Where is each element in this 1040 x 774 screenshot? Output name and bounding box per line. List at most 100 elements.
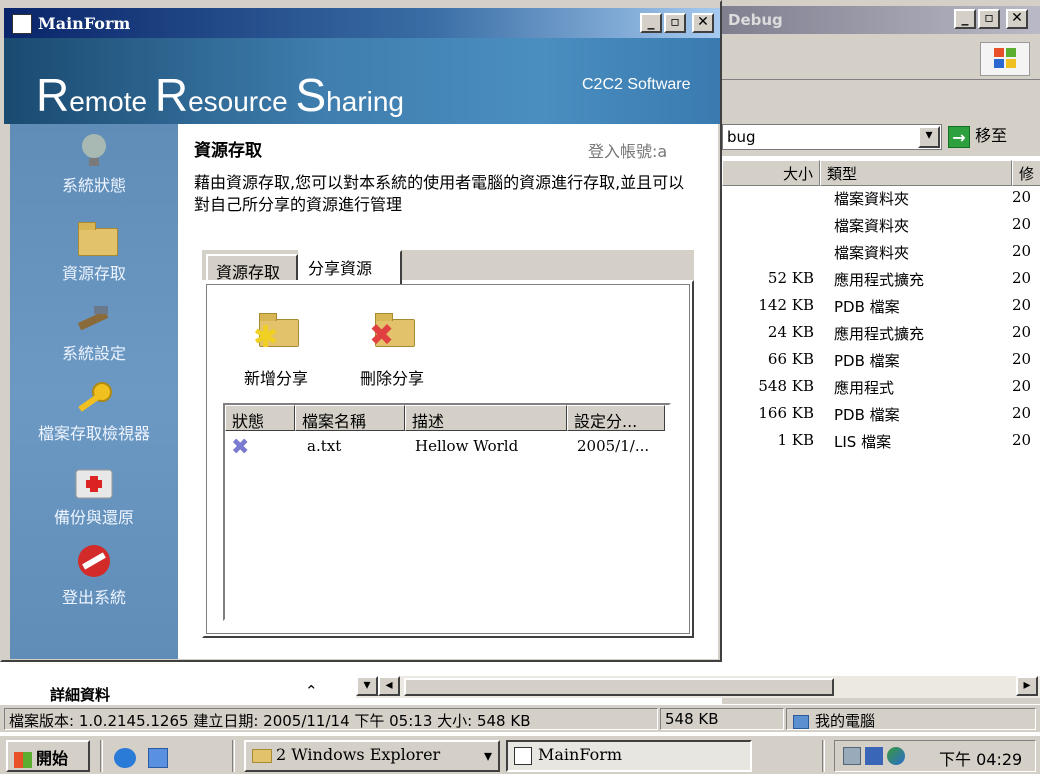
details-panel-header[interactable]: 詳細資料 ⌃ bbox=[0, 672, 360, 704]
close-button[interactable]: ✕ bbox=[1006, 9, 1028, 29]
separator bbox=[100, 740, 103, 772]
folder-icon bbox=[252, 748, 272, 763]
scroll-right-button[interactable]: ▸ bbox=[1016, 676, 1038, 696]
sidebar-item-logout[interactable]: 登出系統 bbox=[10, 542, 178, 608]
mainform-titlebar[interactable]: MainForm _ ▫ ✕ bbox=[4, 8, 720, 38]
login-account: 登入帳號:a bbox=[588, 142, 668, 161]
clock[interactable]: 下午 04:29 bbox=[939, 746, 1022, 770]
column-header-filename[interactable]: 檔案名稱 bbox=[295, 405, 405, 431]
file-row[interactable]: 66 KB PDB 檔案 20 bbox=[722, 350, 1040, 377]
file-row[interactable]: 檔案資料夾 20 bbox=[722, 215, 1040, 242]
explorer-title: Debug bbox=[728, 11, 783, 29]
banner-title: Remote Resource Sharing bbox=[36, 69, 405, 121]
tab-strip: 資源存取 分享資源 bbox=[202, 250, 694, 284]
chevron-up-icon[interactable]: ⌃ bbox=[305, 682, 318, 700]
task-explorer-group[interactable]: 2 Windows Explorer ▾ bbox=[244, 740, 500, 772]
desktop-icon[interactable] bbox=[148, 748, 168, 768]
start-button[interactable]: 開始 bbox=[6, 740, 90, 772]
sidebar-item-access-viewer[interactable]: 檔案存取檢視器 bbox=[10, 378, 178, 444]
folder-icon bbox=[72, 218, 118, 256]
column-header-description[interactable]: 描述 bbox=[405, 405, 567, 431]
system-tray: 下午 04:29 bbox=[834, 740, 1036, 772]
explorer-titlebar[interactable]: Debug _ ▫ ✕ bbox=[722, 6, 1040, 34]
column-header-modified[interactable]: 修 bbox=[1012, 160, 1040, 186]
remove-share-button[interactable]: ✖ 刪除分享 bbox=[347, 309, 437, 389]
file-row[interactable]: 166 KB PDB 檔案 20 bbox=[722, 404, 1040, 431]
address-dropdown-button[interactable]: ▾ bbox=[918, 126, 940, 148]
column-header-size[interactable]: 大小 bbox=[722, 160, 820, 186]
tab-panel-inner: ✱ 新增分享 ✖ 刪除分享 狀態 檔案名稱 描述 設定分... ✖ a.txt … bbox=[206, 284, 690, 634]
page-title: 資源存取 bbox=[194, 141, 262, 161]
sidebar-item-system-settings[interactable]: 系統設定 bbox=[10, 298, 178, 364]
banner: Remote Resource Sharing C2C2 Software bbox=[4, 38, 720, 124]
file-row[interactable]: 52 KB 應用程式擴充 20 bbox=[722, 269, 1040, 296]
file-row[interactable]: 548 KB 應用程式 20 bbox=[722, 377, 1040, 404]
file-row[interactable]: 檔案資料夾 20 bbox=[722, 188, 1040, 215]
status-file-info: 檔案版本: 1.0.2145.1265 建立日期: 2005/11/14 下午 … bbox=[4, 708, 658, 730]
file-row[interactable]: 142 KB PDB 檔案 20 bbox=[722, 296, 1040, 323]
cell-description: Hellow World bbox=[415, 437, 519, 455]
network-icon[interactable] bbox=[865, 747, 883, 765]
task-mainform[interactable]: MainForm bbox=[506, 740, 752, 772]
keyboard-icon[interactable] bbox=[843, 747, 861, 765]
lightbulb-icon bbox=[72, 130, 116, 168]
stop-icon bbox=[72, 542, 116, 580]
remove-share-label: 刪除分享 bbox=[359, 369, 424, 388]
cell-date: 2005/1/... bbox=[577, 437, 650, 455]
ie-icon[interactable] bbox=[114, 748, 136, 768]
horizontal-scrollbar[interactable]: ▾ ◂ bbox=[356, 676, 834, 698]
maximize-button[interactable]: ▫ bbox=[664, 13, 686, 33]
remove-share-icon: ✖ bbox=[365, 309, 419, 359]
scroll-down-button[interactable]: ▾ bbox=[356, 676, 378, 696]
tab-panel: ✱ 新增分享 ✖ 刪除分享 狀態 檔案名稱 描述 設定分... ✖ a.txt … bbox=[202, 280, 694, 638]
shared-files-list: 狀態 檔案名稱 描述 設定分... ✖ a.txt Hellow World 2… bbox=[223, 403, 671, 621]
computer-icon bbox=[793, 714, 809, 729]
separator bbox=[232, 740, 235, 772]
sidebar-item-label: 檔案存取檢視器 bbox=[37, 424, 150, 443]
sidebar-item-backup-restore[interactable]: 備份與還原 bbox=[10, 462, 178, 528]
banner-brand: C2C2 Software bbox=[582, 76, 691, 93]
mainform-window: MainForm _ ▫ ✕ Remote Resource Sharing C… bbox=[0, 0, 722, 662]
sidebar-item-system-status[interactable]: 系統狀態 bbox=[10, 130, 178, 196]
table-row[interactable]: ✖ a.txt Hellow World 2005/1/... bbox=[225, 435, 669, 463]
cell-filename: a.txt bbox=[307, 437, 342, 455]
explorer-window: Debug _ ▫ ✕ bug ▾ → 移至 大小 類型 修 檔案資料夾 20 檔… bbox=[722, 0, 1040, 705]
sidebar-item-label: 登出系統 bbox=[61, 588, 126, 607]
status-size: 548 KB bbox=[660, 708, 784, 730]
minimize-button[interactable]: _ bbox=[640, 13, 662, 33]
scroll-left-button[interactable]: ◂ bbox=[378, 676, 400, 696]
separator bbox=[822, 740, 825, 772]
close-button[interactable]: ✕ bbox=[692, 13, 714, 33]
go-button[interactable]: → 移至 bbox=[948, 124, 1007, 150]
app-icon bbox=[514, 746, 532, 765]
minimize-button[interactable]: _ bbox=[954, 9, 976, 29]
add-share-button[interactable]: ✱ 新增分享 bbox=[231, 309, 321, 389]
menu-bar bbox=[722, 36, 1040, 80]
content-panel: 資源存取 登入帳號:a 藉由資源存取,您可以對本系統的使用者電腦的資源進行存取,… bbox=[178, 124, 718, 659]
sidebar-item-resource-access[interactable]: 資源存取 bbox=[10, 218, 178, 284]
first-aid-icon bbox=[72, 462, 116, 500]
file-row[interactable]: 24 KB 應用程式擴充 20 bbox=[722, 323, 1040, 350]
scroll-thumb[interactable] bbox=[404, 678, 834, 696]
details-title: 詳細資料 bbox=[50, 686, 111, 704]
taskbar: 開始 2 Windows Explorer ▾ MainForm 下午 04:29 bbox=[0, 734, 1040, 774]
sidebar: 系統狀態 資源存取 系統設定 檔案存取檢視器 備份與還原 登出系統 bbox=[10, 124, 178, 659]
x-status-icon: ✖ bbox=[231, 435, 250, 460]
sidebar-item-label: 系統設定 bbox=[61, 344, 126, 363]
column-header-status[interactable]: 狀態 bbox=[225, 405, 295, 431]
maximize-button[interactable]: ▫ bbox=[978, 9, 1000, 29]
key-icon bbox=[72, 378, 116, 416]
go-arrow-icon: → bbox=[948, 125, 970, 148]
column-header-date[interactable]: 設定分... bbox=[567, 405, 665, 431]
sidebar-item-label: 備份與還原 bbox=[53, 508, 134, 527]
page-description: 藉由資源存取,您可以對本系統的使用者電腦的資源進行存取,並且可以對自己所分享的資… bbox=[194, 173, 685, 214]
file-row[interactable]: 檔案資料夾 20 bbox=[722, 242, 1040, 269]
toolbar bbox=[722, 82, 1040, 120]
windows-flag-icon bbox=[14, 751, 32, 768]
column-header-type[interactable]: 類型 bbox=[820, 160, 1012, 186]
tray-app-icon[interactable] bbox=[887, 747, 905, 765]
mainform-title: MainForm bbox=[38, 14, 131, 33]
tab-shared-resources[interactable]: 分享資源 bbox=[298, 250, 402, 284]
address-input[interactable]: bug bbox=[722, 124, 942, 150]
file-row[interactable]: 1 KB LIS 檔案 20 bbox=[722, 431, 1040, 458]
